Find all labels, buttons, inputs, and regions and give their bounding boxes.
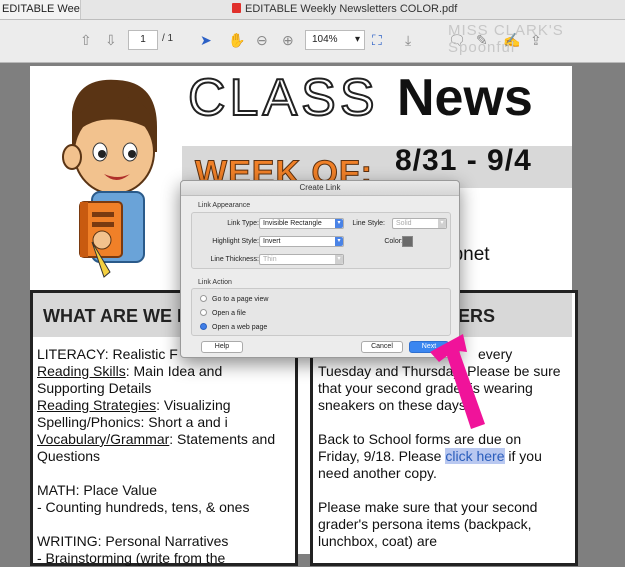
literacy-label: LITERACY <box>37 346 105 362</box>
chevron-down-icon: ▾ <box>335 255 343 264</box>
zoom-out-icon[interactable]: ⊖ <box>256 32 268 49</box>
color-swatch[interactable] <box>402 236 413 247</box>
math-value: : Place Value <box>75 482 158 498</box>
zoom-select[interactable]: 104% ▾ <box>305 30 365 50</box>
zoom-in-icon[interactable]: ⊕ <box>282 32 294 49</box>
line-thickness-label: Line Thickness: <box>210 256 259 263</box>
writing-item: - Brainstorming (write from the <box>37 550 226 566</box>
document-tab[interactable]: EDITABLE Weekly... <box>0 0 81 19</box>
fit-page-icon[interactable]: ⛶ <box>372 32 382 49</box>
vocab-label: Vocabulary/Grammar <box>37 431 170 447</box>
dialog-title: Create Link <box>181 181 459 196</box>
zoom-value: 104% <box>312 34 338 45</box>
writing-label: WRITING <box>37 533 98 549</box>
right-p3: Please make sure that your second grader… <box>318 499 538 549</box>
watermark: MISS CLARK'S Spoonful <box>448 22 564 56</box>
color-label: Color: <box>384 238 403 245</box>
radio-button[interactable] <box>200 295 207 302</box>
reading-skills-label: Reading Skills <box>37 363 126 379</box>
left-section-header-text: WHAT ARE WE L <box>43 306 188 326</box>
hand-icon[interactable]: ✋ <box>228 32 245 49</box>
math-label: MATH <box>37 482 76 498</box>
chevron-down-icon: ▾ <box>335 237 343 246</box>
link-action-group: Go to a page view Open a file Open a web… <box>191 288 451 336</box>
arrow-down-icon[interactable]: ⇩ <box>105 32 117 49</box>
radio-page-view-label: Go to a page view <box>212 296 269 303</box>
chevron-down-icon: ▾ <box>335 219 343 228</box>
click-here-link[interactable]: click here <box>445 448 505 464</box>
student-cartoon-image <box>62 79 157 278</box>
link-type-select[interactable]: Invisible Rectangle ▾ <box>259 218 344 229</box>
help-button[interactable]: Help <box>201 341 243 353</box>
left-section-body: LITERACY: Realistic F Reading Skills: Ma… <box>37 346 289 567</box>
pink-arrow-icon <box>430 334 485 429</box>
literacy-value: : Realistic F <box>104 346 178 362</box>
window-titlebar: EDITABLE Weekly... EDITABLE Weekly Newsl… <box>0 0 625 20</box>
line-style-select[interactable]: Solid ▾ <box>392 218 447 229</box>
line-thickness-value: Thin <box>263 256 277 263</box>
line-style-label: Line Style: <box>352 220 385 227</box>
page-total: / 1 <box>162 33 174 44</box>
highlight-style-select[interactable]: Invert ▾ <box>259 236 344 247</box>
pointer-icon[interactable]: ➤ <box>200 32 212 49</box>
chevron-down-icon: ▾ <box>354 34 360 45</box>
right-section-header-text: ERS <box>458 306 496 326</box>
radio-button[interactable] <box>200 309 207 316</box>
window-title-text: EDITABLE Weekly Newsletters COLOR.pdf <box>245 3 458 15</box>
radio-web-page[interactable]: Open a web page <box>200 323 267 331</box>
radio-open-file[interactable]: Open a file <box>200 309 246 317</box>
radio-button-selected[interactable] <box>200 323 207 330</box>
link-type-label: Link Type: <box>227 220 259 227</box>
arrow-up-icon[interactable]: ⇧ <box>80 32 92 49</box>
writing-value: : Personal Narratives <box>97 533 229 549</box>
highlight-style-label: Highlight Style: <box>212 238 259 245</box>
newsletter-title-class: CLASS <box>187 68 379 128</box>
reading-strategies-label: Reading Strategies <box>37 397 157 413</box>
create-link-dialog: Create Link Link Appearance Link Type: I… <box>180 180 460 358</box>
line-style-value: Solid <box>396 220 412 227</box>
line-thickness-select[interactable]: Thin ▾ <box>259 254 344 265</box>
highlight-style-value: Invert <box>263 238 281 245</box>
chevron-down-icon: ▾ <box>438 219 446 228</box>
page-number-input[interactable]: 1 <box>128 30 158 50</box>
download-icon[interactable]: ⤓ <box>405 32 411 49</box>
cancel-button[interactable]: Cancel <box>361 341 403 353</box>
radio-web-page-label: Open a web page <box>212 324 268 331</box>
link-appearance-group: Link Type: Invisible Rectangle ▾ Line Sty… <box>191 212 451 269</box>
week-dates: 8/31 - 9/4 <box>395 144 532 177</box>
window-title: EDITABLE Weekly Newsletters COLOR.pdf <box>232 0 457 19</box>
link-appearance-label: Link Appearance <box>198 202 251 209</box>
math-item: - Counting hundreds, tens, & ones <box>37 499 250 515</box>
newsletter-title-news: News <box>397 69 533 127</box>
link-action-label: Link Action <box>198 279 232 286</box>
link-type-value: Invisible Rectangle <box>263 220 322 227</box>
radio-open-file-label: Open a file <box>212 310 246 317</box>
spelling-text: Spelling/Phonics: Short a and i <box>37 414 228 430</box>
radio-page-view[interactable]: Go to a page view <box>200 295 268 303</box>
pdf-file-icon <box>232 3 241 13</box>
reading-strategies-value: : Visualizing <box>156 397 231 413</box>
